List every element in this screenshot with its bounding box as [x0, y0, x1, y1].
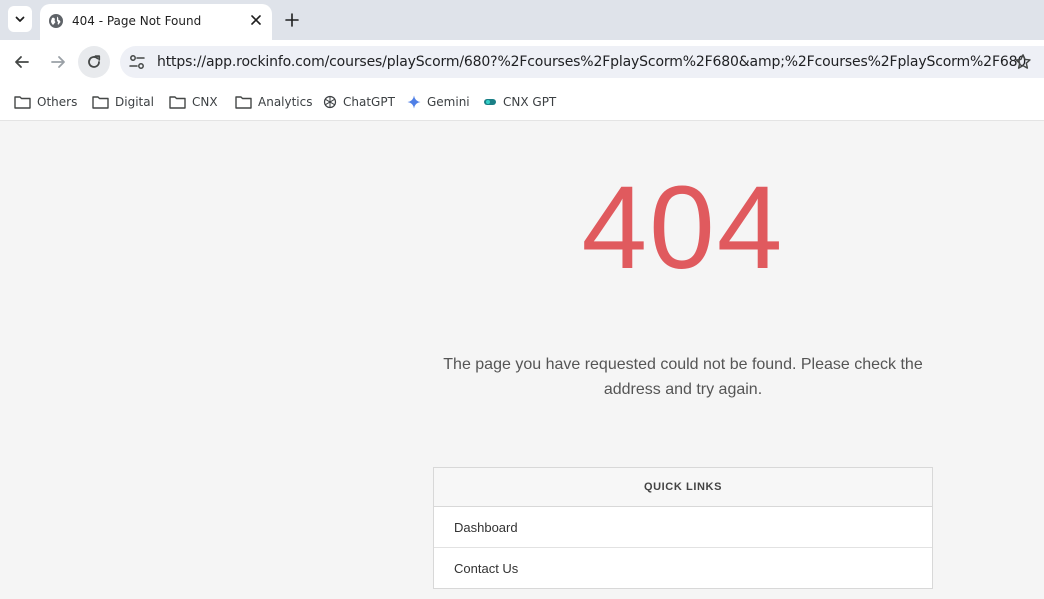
tab-title: 404 - Page Not Found	[72, 14, 202, 28]
gemini-icon	[407, 95, 421, 109]
bookmarks-bar: Others Digital CNX Analytics ChatGPT Gem…	[0, 84, 1044, 121]
bookmark-label: ChatGPT	[343, 95, 395, 109]
bookmark-label: CNX	[192, 95, 218, 109]
site-settings-icon[interactable]	[128, 53, 146, 71]
error-code: 404	[581, 162, 785, 294]
forward-arrow-icon[interactable]	[47, 51, 69, 73]
quick-link-contact-us[interactable]: Contact Us	[434, 548, 932, 588]
url-text[interactable]: https://app.rockinfo.com/courses/playSco…	[157, 54, 1026, 70]
bookmark-star-icon[interactable]	[1014, 53, 1032, 71]
quick-links-heading: QUICK LINKS	[434, 468, 932, 507]
close-icon[interactable]	[248, 12, 264, 28]
bookmark-digital[interactable]: Digital	[92, 92, 154, 112]
tab-search-button[interactable]	[8, 6, 32, 32]
reload-icon	[88, 55, 101, 68]
bookmark-others[interactable]: Others	[14, 92, 77, 112]
bookmark-gemini[interactable]: Gemini	[407, 92, 470, 112]
page-content: 404 The page you have requested could no…	[0, 121, 1044, 599]
bookmark-label: Analytics	[258, 95, 313, 109]
active-tab[interactable]: 404 - Page Not Found	[40, 4, 272, 40]
bookmark-cnx[interactable]: CNX	[169, 92, 218, 112]
bookmark-label: Gemini	[427, 95, 470, 109]
browser-toolbar: https://app.rockinfo.com/courses/playSco…	[0, 40, 1044, 84]
bookmark-label: CNX GPT	[503, 95, 557, 109]
reload-button[interactable]	[78, 46, 110, 78]
bookmark-label: Others	[37, 95, 78, 109]
folder-icon	[169, 96, 186, 109]
address-bar[interactable]: https://app.rockinfo.com/courses/playSco…	[120, 46, 1044, 78]
folder-icon	[14, 96, 31, 109]
cnx-gpt-icon	[484, 99, 496, 105]
bookmark-cnx-gpt[interactable]: CNX GPT	[483, 92, 556, 112]
chevron-down-icon	[15, 16, 25, 22]
folder-icon	[235, 96, 252, 109]
globe-icon	[49, 14, 63, 28]
bookmark-label: Digital	[115, 95, 154, 109]
chatgpt-icon	[323, 95, 337, 109]
error-message: The page you have requested could not be…	[443, 356, 923, 398]
new-tab-plus-icon[interactable]	[283, 11, 301, 29]
tab-strip: 404 - Page Not Found	[0, 0, 1044, 40]
quick-links-panel: QUICK LINKS Dashboard Contact Us	[433, 467, 933, 589]
bookmark-chatgpt[interactable]: ChatGPT	[323, 92, 395, 112]
folder-icon	[92, 96, 109, 109]
back-arrow-icon[interactable]	[11, 51, 33, 73]
bookmark-analytics[interactable]: Analytics	[235, 92, 313, 112]
quick-link-dashboard[interactable]: Dashboard	[434, 507, 932, 548]
